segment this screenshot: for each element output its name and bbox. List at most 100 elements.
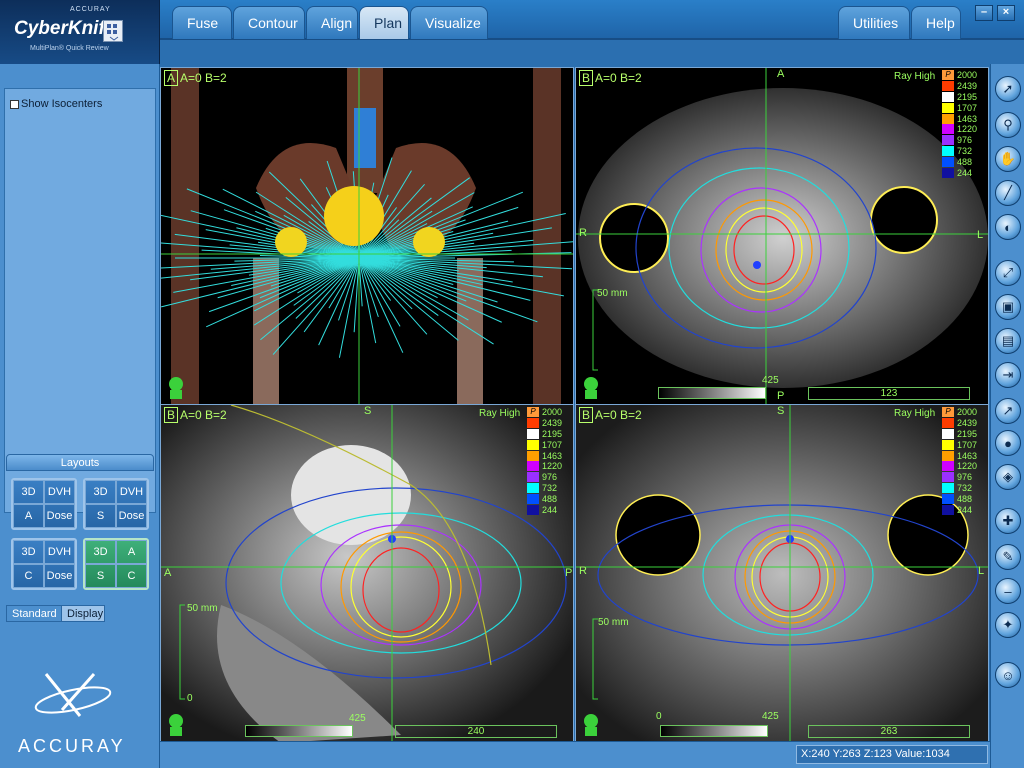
layout-3d-a-s-c[interactable]: 3D A S C — [83, 538, 149, 590]
node-add-icon[interactable]: ✚ — [995, 508, 1021, 534]
legend-row: 244 — [942, 504, 988, 515]
legend-header: P 2000 — [942, 407, 988, 418]
legend-swatch — [527, 461, 539, 472]
layout-3d-dvh-a-dose[interactable]: 3D DVH A Dose — [11, 478, 77, 530]
tab-visualize[interactable]: Visualize — [410, 6, 488, 39]
layouts-title: Layouts — [6, 454, 154, 471]
viewport-tag: B — [164, 407, 179, 423]
viewport-axial[interactable]: B A=0 B=2 A P R L Ray High P 2000 2439 2195 1… — [575, 67, 989, 405]
gray-max-label: 425 — [762, 375, 779, 386]
window-level-bar[interactable] — [658, 387, 766, 399]
layout-3d-dvh-s-dose[interactable]: 3D DVH S Dose — [83, 478, 149, 530]
legend-swatch — [942, 135, 954, 146]
layout-cell: C — [116, 564, 147, 588]
legend-row: 2195 — [942, 428, 988, 440]
legend-swatch — [942, 504, 954, 515]
legend-swatch — [942, 450, 954, 461]
viewport-sagittal[interactable]: B A=0 B=2 S A P Ray High P 2000 2439 2195 170… — [160, 404, 574, 742]
layout-cell: DVH — [116, 480, 147, 504]
viewport-label: B A=0 B=2 — [164, 407, 227, 423]
show-isocenters-checkbox[interactable]: Show Isocenters — [10, 98, 102, 110]
tab-fuse[interactable]: Fuse — [172, 6, 232, 39]
tab-utilities[interactable]: Utilities — [838, 6, 910, 39]
layout-cell: Dose — [116, 504, 147, 528]
export-icon[interactable]: ⇥ — [995, 362, 1021, 388]
dose-legend: P 2000 2439 2195 1707 1463 1220 976 732 488 244 — [527, 407, 573, 515]
minimize-button[interactable]: – — [975, 5, 993, 21]
viewport-3d[interactable]: A A=0 B=2 — [160, 67, 574, 405]
legend-row: 1220 — [942, 124, 988, 135]
window-level-icon[interactable]: ◐ — [995, 214, 1021, 240]
coordinate-readout: X:240 Y:263 Z:123 Value:1034 — [796, 745, 988, 764]
orientation-left: R — [579, 227, 587, 239]
legend-swatch — [942, 472, 954, 483]
legend-row: 2439 — [942, 418, 988, 429]
tab-standard[interactable]: Standard — [6, 605, 63, 622]
legend-row: 1463 — [942, 113, 988, 124]
erase-icon[interactable]: ▤ — [995, 328, 1021, 354]
viewport-angles: A=0 B=2 — [595, 71, 642, 85]
ray-high-label: Ray High — [894, 71, 936, 82]
zoom-icon[interactable]: ⚲ — [995, 112, 1021, 138]
scale-zero-label: 0 — [187, 693, 193, 704]
viewport-angles: A=0 B=2 — [180, 71, 227, 85]
legend-swatch — [942, 102, 954, 113]
viewport-tag: B — [579, 70, 594, 86]
legend-row: 488 — [942, 493, 988, 504]
layout-cell: C — [13, 564, 44, 588]
pointer-icon[interactable]: ➚ — [995, 76, 1021, 102]
window-level-bar[interactable] — [660, 725, 768, 737]
tab-display[interactable]: Display — [61, 605, 105, 622]
head-orientation-icon — [169, 714, 183, 736]
legend-row: 488 — [942, 156, 988, 167]
legend-swatch — [527, 472, 539, 483]
cyberknife-logo-icon — [103, 20, 123, 42]
viewport-coronal[interactable]: B A=0 B=2 S R L Ray High P 2000 2439 2195 170… — [575, 404, 989, 742]
tab-contour[interactable]: Contour — [233, 6, 305, 39]
checkbox-box[interactable] — [10, 99, 19, 109]
sidebar-options-panel: Show Isocenters — [4, 88, 156, 513]
layout-3d-dvh-c-dose[interactable]: 3D DVH C Dose — [11, 538, 77, 590]
product-name: CyberKnife — [14, 18, 116, 39]
orientation-right: P — [565, 567, 573, 579]
gray-max-label: 425 — [349, 713, 366, 724]
product-subtitle: MultiPlan® Quick Review — [30, 45, 109, 52]
node-remove-icon[interactable]: – — [995, 578, 1021, 604]
legend-row: 244 — [942, 167, 988, 178]
node-star-icon[interactable]: ✦ — [995, 612, 1021, 638]
company-name: ACCURAY — [70, 6, 111, 13]
pan-icon[interactable]: ✋ — [995, 146, 1021, 172]
window-level-bar[interactable] — [245, 725, 353, 737]
slice-scrollbar[interactable]: 263 — [808, 725, 970, 738]
render-sagittal — [161, 405, 573, 741]
orientation-right: L — [978, 565, 985, 577]
close-button[interactable]: × — [997, 5, 1015, 21]
layout-cell: Dose — [44, 504, 75, 528]
tab-plan[interactable]: Plan — [359, 6, 409, 39]
tab-align[interactable]: Align — [306, 6, 358, 39]
beam-icon[interactable]: ↗ — [995, 398, 1021, 424]
tab-help[interactable]: Help — [911, 6, 961, 39]
ruler-icon[interactable]: ╱ — [995, 180, 1021, 206]
person-icon[interactable]: ☺ — [995, 662, 1021, 688]
orientation-top: A — [777, 68, 785, 80]
slice-scrollbar[interactable]: 123 — [808, 387, 970, 400]
head-orientation-icon — [584, 714, 598, 736]
viewport-label: A A=0 B=2 — [164, 70, 227, 86]
viewport-angles: A=0 B=2 — [595, 408, 642, 422]
sphere-icon[interactable]: ● — [995, 430, 1021, 456]
legend-swatch — [942, 113, 954, 124]
show-isocenters-label: Show Isocenters — [21, 98, 103, 110]
legend-row: 732 — [527, 482, 573, 494]
layout-cell: A — [13, 504, 44, 528]
mesh-icon[interactable]: ◈ — [995, 464, 1021, 490]
gray-min-label: 0 — [656, 711, 662, 722]
fit-icon[interactable]: ⤢ — [995, 260, 1021, 286]
cube-icon[interactable]: ▣ — [995, 294, 1021, 320]
legend-row: 1707 — [942, 439, 988, 450]
slice-scrollbar[interactable]: 240 — [395, 725, 557, 738]
render-coronal — [576, 405, 988, 741]
node-edit-icon[interactable]: ✎ — [995, 544, 1021, 570]
sidebar: Show Isocenters Layouts 3D DVH A Dose 3D DVH… — [0, 64, 160, 768]
dose-legend: P 2000 2439 2195 1707 1463 1220 976 732 488 244 — [942, 70, 988, 178]
